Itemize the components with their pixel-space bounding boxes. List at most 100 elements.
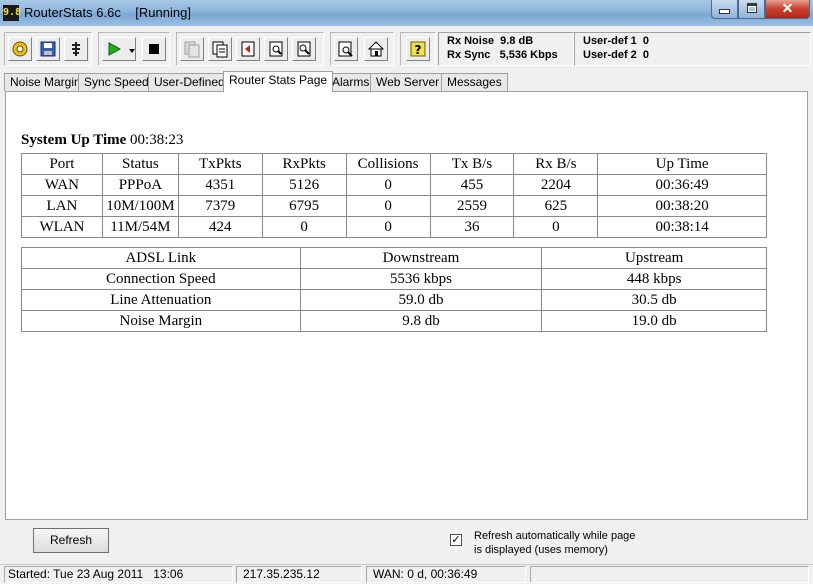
table-cell: 7379 — [177, 195, 263, 217]
table-cell: 5536 kbps — [299, 268, 543, 290]
table-cell: Connection Speed — [21, 268, 301, 290]
maximize-icon — [746, 3, 757, 13]
zoom-icon — [297, 41, 311, 57]
home-icon — [367, 41, 385, 57]
help-icon: ? — [410, 41, 426, 57]
app-logo-icon: 9.8 — [3, 5, 21, 21]
toolbar-group-report — [330, 32, 394, 66]
start-button[interactable] — [102, 37, 136, 61]
ports-table-header: Port Status TxPkts RxPkts Collisions Tx … — [21, 153, 767, 175]
toolbar-group-help: ? — [400, 32, 436, 66]
dropdown-arrow-icon — [129, 49, 135, 53]
settings-button[interactable] — [8, 37, 32, 61]
status-empty-cell — [530, 566, 809, 583]
table-row: LAN 10M/100M 7379 6795 0 2559 625 00:38:… — [21, 195, 767, 217]
save-icon — [40, 41, 56, 57]
column-header: Upstream — [541, 247, 767, 269]
play-icon — [108, 42, 122, 56]
tab-web-server[interactable]: Web Server — [370, 73, 446, 91]
column-header: Collisions — [345, 153, 431, 175]
connect-icon — [72, 42, 80, 56]
column-header: ADSL Link — [21, 247, 301, 269]
table-cell: 36 — [429, 216, 515, 238]
column-header: Status — [101, 153, 179, 175]
save-button[interactable] — [36, 37, 60, 61]
table-cell: 0 — [345, 195, 431, 217]
refresh-button[interactable]: Refresh — [33, 528, 109, 553]
column-header: Port — [21, 153, 103, 175]
tab-user-defined[interactable]: User-Defined — [148, 73, 231, 91]
window-title: RouterStats 6.6c [Running] — [24, 5, 191, 20]
minimize-icon — [719, 9, 730, 14]
title-bar: 9.8 RouterStats 6.6c [Running] ✕ — [0, 0, 813, 26]
table-row: Line Attenuation 59.0 db 30.5 db — [21, 289, 767, 311]
table-cell: 5126 — [261, 174, 347, 196]
router-stats-panel: System Up Time 00:38:23 Port Status TxPk… — [5, 91, 808, 520]
user-def-1-readout: User-def 1 0 — [583, 35, 650, 47]
report-button[interactable] — [334, 37, 358, 61]
table-cell: 11M/54M — [101, 216, 179, 238]
auto-refresh-label: Refresh automatically while page is disp… — [474, 529, 635, 557]
export-button[interactable] — [236, 37, 260, 61]
toolbar-group-file — [4, 32, 92, 66]
table-cell: 424 — [177, 216, 263, 238]
table-cell: 4351 — [177, 174, 263, 196]
toolbar-group-edit — [176, 32, 324, 66]
table-cell: 2559 — [429, 195, 515, 217]
find-button[interactable] — [264, 37, 288, 61]
table-cell: 2204 — [513, 174, 599, 196]
table-row: WLAN 11M/54M 424 0 0 36 0 00:38:14 — [21, 216, 767, 238]
status-ip-address: 217.35.235.12 — [236, 566, 362, 583]
tab-messages[interactable]: Messages — [441, 73, 508, 91]
table-cell: 6795 — [261, 195, 347, 217]
table-cell: WLAN — [21, 216, 103, 238]
table-cell: Noise Margin — [21, 310, 301, 332]
home-button[interactable] — [364, 37, 388, 61]
maximize-button[interactable] — [738, 0, 765, 19]
copy-button[interactable] — [180, 37, 204, 61]
table-cell: 00:36:49 — [597, 174, 767, 196]
checkmark-icon: ✓ — [451, 534, 461, 546]
tab-router-stats-page[interactable]: Router Stats Page — [223, 71, 334, 92]
auto-refresh-label-line2: is displayed (uses memory) — [474, 544, 608, 556]
minimize-button[interactable] — [711, 0, 738, 19]
uptime-label: System Up Time — [21, 132, 127, 148]
zoom-button[interactable] — [292, 37, 316, 61]
close-button[interactable]: ✕ — [765, 0, 810, 19]
connect-button[interactable] — [64, 37, 88, 61]
copy-icon — [184, 41, 200, 58]
table-cell: 30.5 db — [541, 289, 767, 311]
column-header: Downstream — [299, 247, 543, 269]
app-window: 9.8 RouterStats 6.6c [Running] ✕ ? Rx No… — [0, 0, 813, 584]
tab-noise-margin[interactable]: Noise Margin — [4, 73, 87, 91]
user-def-2-readout: User-def 2 0 — [583, 49, 650, 61]
report-icon — [338, 41, 353, 57]
column-header: Rx B/s — [513, 153, 599, 175]
table-row: Noise Margin 9.8 db 19.0 db — [21, 310, 767, 332]
table-cell: 19.0 db — [541, 310, 767, 332]
table-cell: LAN — [21, 195, 103, 217]
stop-icon — [149, 44, 159, 54]
system-uptime: System Up Time 00:38:23 — [21, 132, 183, 149]
close-icon: ✕ — [781, 0, 794, 16]
ports-table: Port Status TxPkts RxPkts Collisions Tx … — [21, 153, 767, 238]
stop-button[interactable] — [142, 37, 166, 61]
tab-alarms[interactable]: Alarms — [326, 73, 376, 91]
paste-button[interactable] — [208, 37, 232, 61]
table-row: Connection Speed 5536 kbps 448 kbps — [21, 268, 767, 290]
rx-noise-readout: Rx Noise 9.8 dB — [447, 35, 534, 47]
user-def-panel: User-def 1 0 User-def 2 0 — [574, 32, 811, 66]
help-button[interactable]: ? — [406, 37, 430, 61]
auto-refresh-checkbox[interactable]: ✓ — [450, 534, 462, 546]
rx-stats-panel: Rx Noise 9.8 dB Rx Sync 5,536 Kbps — [438, 32, 574, 66]
table-cell: 0 — [261, 216, 347, 238]
table-cell: PPPoA — [101, 174, 179, 196]
table-cell: 9.8 db — [299, 310, 543, 332]
tab-sync-speed[interactable]: Sync Speed — [78, 73, 155, 91]
table-cell: 625 — [513, 195, 599, 217]
adsl-link-table: ADSL Link Downstream Upstream Connection… — [21, 247, 767, 332]
find-icon — [269, 41, 283, 57]
auto-refresh-label-line1: Refresh automatically while page — [474, 530, 636, 542]
export-icon — [241, 41, 255, 57]
column-header: Up Time — [597, 153, 767, 175]
